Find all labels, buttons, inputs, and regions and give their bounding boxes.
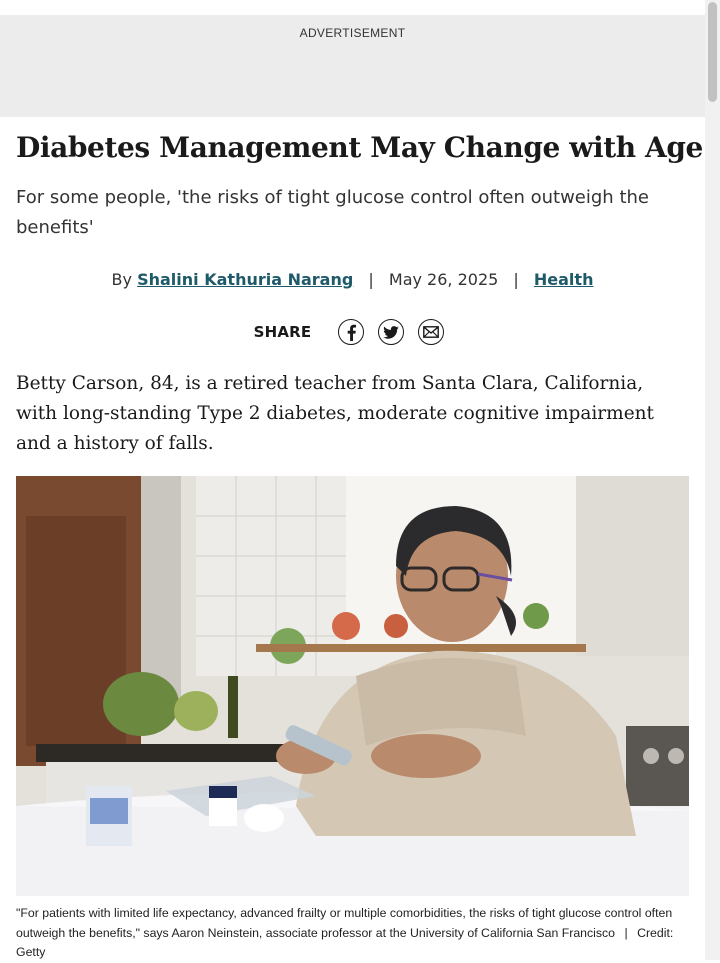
share-bar: SHARE — [0, 317, 705, 347]
byline: By Shalini Kathuria Narang | May 26, 202… — [0, 268, 705, 292]
article-photo — [16, 476, 689, 896]
photo-caption: "For patients with limited life expectan… — [16, 904, 676, 963]
share-label: SHARE — [253, 323, 312, 341]
email-icon[interactable] — [418, 319, 445, 345]
scrollbar-thumb[interactable] — [708, 2, 717, 102]
caption-separator: | — [624, 925, 628, 940]
category-link[interactable]: Health — [534, 270, 594, 289]
article-subtitle: For some people, 'the risks of tight glu… — [16, 187, 649, 238]
byline-by: By — [111, 270, 132, 289]
page-scrollbar[interactable] — [705, 0, 720, 960]
article-title: Diabetes Management May Change with Age — [16, 131, 703, 164]
article-lead-paragraph: Betty Carson, 84, is a retired teacher f… — [16, 373, 654, 454]
byline-separator: | — [513, 270, 519, 289]
publish-date: May 26, 2025 — [388, 270, 499, 289]
advertisement-label: ADVERTISEMENT — [299, 26, 406, 40]
advertisement-slot[interactable]: ADVERTISEMENT — [0, 15, 705, 117]
article-page: ADVERTISEMENT Diabetes Management May Ch… — [0, 0, 705, 960]
photo-illustration — [16, 476, 689, 896]
twitter-icon[interactable] — [378, 319, 405, 345]
caption-text: "For patients with limited life expectan… — [16, 906, 673, 940]
byline-separator: | — [368, 270, 374, 289]
facebook-icon[interactable] — [338, 319, 365, 345]
author-link[interactable]: Shalini Kathuria Narang — [137, 270, 353, 289]
